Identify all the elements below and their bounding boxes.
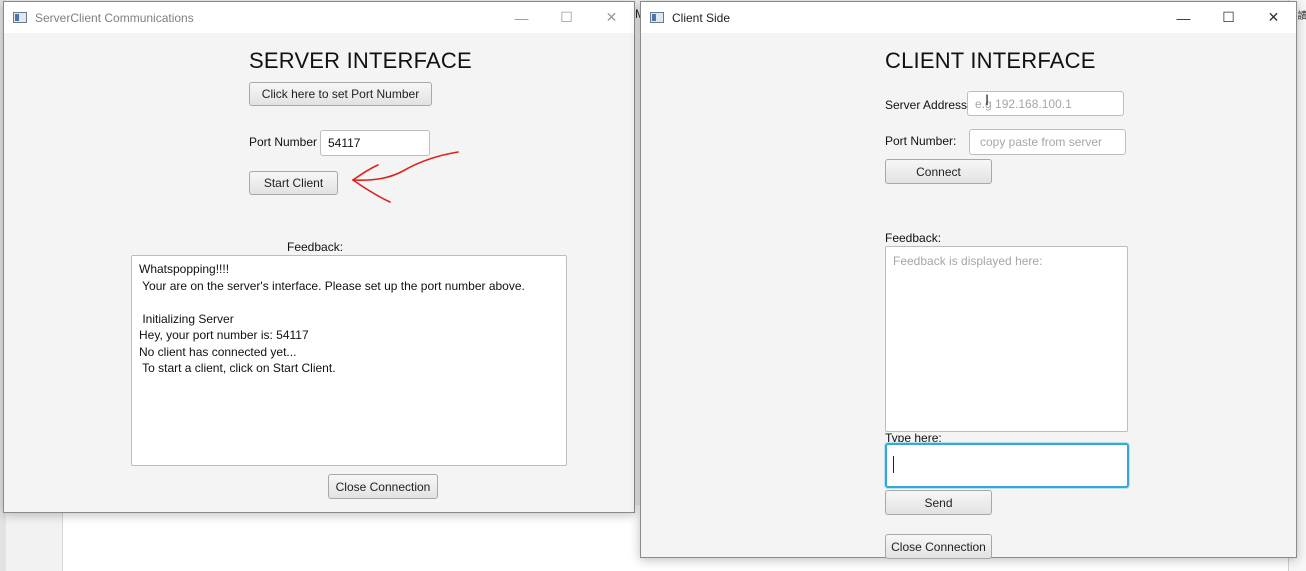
feedback-line xyxy=(139,294,559,311)
annotation-arrow-icon xyxy=(352,151,459,203)
minimize-button[interactable]: — xyxy=(1161,2,1206,33)
connect-button[interactable]: Connect xyxy=(885,159,992,184)
client-port-label: Port Number: xyxy=(885,134,957,148)
send-button[interactable]: Send xyxy=(885,490,992,515)
feedback-line: Hey, your port number is: 54117 xyxy=(139,328,309,342)
maximize-button[interactable]: ☐ xyxy=(544,2,589,33)
client-feedback-label: Feedback: xyxy=(885,231,942,245)
feedback-line: To start a client, click on Start Client… xyxy=(139,361,336,375)
client-window-title: Client Side xyxy=(672,10,731,25)
client-port-input[interactable] xyxy=(969,129,1126,155)
start-client-button[interactable]: Start Client xyxy=(249,171,338,195)
feedback-line: Whatspopping!!!! xyxy=(139,262,230,276)
server-address-input[interactable] xyxy=(967,91,1124,116)
feedback-line: No client has connected yet... xyxy=(139,344,297,359)
message-input[interactable] xyxy=(885,443,1129,488)
server-port-label: Port Number xyxy=(249,135,318,149)
client-window: Client Side — ☐ ✕ CLIENT INTERFACE Serve… xyxy=(640,1,1297,559)
minimize-button[interactable]: — xyxy=(499,2,544,33)
client-close-connection-button[interactable]: Close Connection xyxy=(885,534,992,559)
close-button[interactable]: ✕ xyxy=(1251,2,1296,33)
server-feedback-label: Feedback: xyxy=(287,240,344,254)
client-feedback-area[interactable] xyxy=(885,246,1128,432)
client-heading: CLIENT INTERFACE xyxy=(885,48,1096,73)
app-window-icon xyxy=(650,12,664,23)
text-caret xyxy=(893,456,894,473)
close-button[interactable]: ✕ xyxy=(589,2,634,33)
client-window-body: CLIENT INTERFACE Server Address: Port Nu… xyxy=(641,33,1296,559)
server-feedback-text: Whatspopping!!!! Your are on the server'… xyxy=(139,261,559,460)
text-cursor-icon: Ⅰ xyxy=(985,93,990,109)
server-titlebar[interactable]: ServerClient Communications — ☐ ✕ xyxy=(4,2,634,33)
server-heading: SERVER INTERFACE xyxy=(249,48,472,73)
app-window-icon xyxy=(13,12,27,23)
server-close-connection-button[interactable]: Close Connection xyxy=(328,474,438,499)
server-window-body: SERVER INTERFACE Click here to set Port … xyxy=(4,33,634,512)
server-window: ServerClient Communications — ☐ ✕ SERVER… xyxy=(3,1,635,513)
feedback-line: Your are on the server's interface. Plea… xyxy=(139,278,525,293)
maximize-button[interactable]: ☐ xyxy=(1206,2,1251,33)
server-feedback-area[interactable]: Whatspopping!!!! Your are on the server'… xyxy=(131,255,567,466)
feedback-line: Initializing Server xyxy=(139,311,234,326)
client-titlebar[interactable]: Client Side — ☐ ✕ xyxy=(641,2,1296,33)
set-port-button[interactable]: Click here to set Port Number xyxy=(249,82,432,106)
server-address-label: Server Address: xyxy=(885,98,971,112)
server-window-title: ServerClient Communications xyxy=(35,10,194,25)
